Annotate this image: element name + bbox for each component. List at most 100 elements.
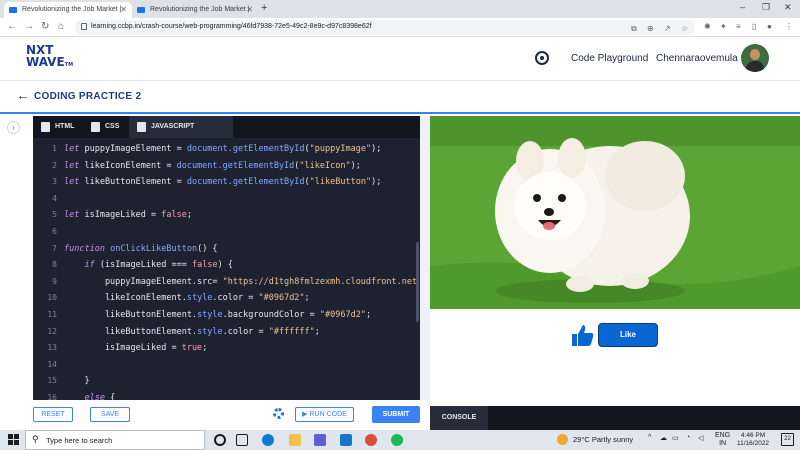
close-tab-icon[interactable]: ✕ [120, 2, 127, 18]
extension-icon[interactable]: ✺ [704, 22, 711, 31]
back-arrow-icon[interactable]: ← [16, 87, 30, 103]
code-token: document.getElementById [186, 144, 305, 154]
avatar[interactable] [741, 44, 769, 72]
profile-icon[interactable]: ● [767, 22, 772, 31]
playground-icon[interactable] [535, 51, 549, 65]
line-number: 11 [47, 310, 57, 319]
minimize-button[interactable]: – [740, 2, 745, 12]
settings-gear-icon[interactable] [273, 408, 284, 419]
sidebar-icon[interactable]: ▯ [752, 22, 756, 31]
menu-icon[interactable]: ⋮ [785, 22, 793, 31]
line-number: 6 [52, 227, 57, 236]
lock-icon[interactable] [81, 23, 87, 30]
home-icon[interactable]: ⌂ [58, 21, 64, 32]
line-number: 13 [47, 343, 57, 353]
forward-arrow-icon[interactable]: → [24, 21, 34, 32]
url-text[interactable]: learning.ccbp.in/crash-course/web-progra… [91, 23, 372, 30]
tab-css[interactable]: CSS [83, 116, 129, 138]
volume-icon[interactable]: ◁ [698, 434, 703, 442]
nxtwave-logo[interactable]: NXT WAVETM [26, 44, 73, 71]
battery-icon[interactable]: ▭ [672, 434, 679, 442]
code-token: style [197, 310, 223, 320]
notification-center-icon[interactable]: 22 [781, 433, 794, 446]
file-explorer-icon[interactable] [289, 434, 301, 446]
run-code-button[interactable]: ▶ RUN CODE [295, 407, 354, 422]
code-token: puppyImageElement = [79, 144, 187, 154]
code-line[interactable]: let likeButtonElement = document.getElem… [64, 177, 381, 187]
code-line[interactable]: puppyImageElement.src= "https://d1tgh8fm… [64, 277, 417, 287]
bookmark-star-icon[interactable]: ☆ [681, 24, 688, 33]
tab-search-icon[interactable]: ≡ [736, 22, 741, 31]
expand-panel-button[interactable]: › [7, 121, 20, 134]
address-bar[interactable]: learning.ccbp.in/crash-course/web-progra… [75, 20, 695, 35]
taskbar-search-placeholder: Type here to search [46, 436, 113, 445]
code-editor[interactable]: HTML CSS JAVASCRIPT 1 2 3 4 5 6 7 8 9 10 11 12 13 14 1… [33, 116, 420, 403]
code-token: puppyImageElement.src= [64, 276, 223, 287]
code-line[interactable]: } [64, 376, 90, 387]
line-number: 1 [52, 144, 57, 153]
code-playground-link[interactable]: Code Playground [571, 53, 648, 64]
username[interactable]: Chennaraovemula [656, 53, 738, 64]
output-preview: Like [430, 116, 800, 406]
reset-button[interactable]: RESET [33, 407, 73, 422]
code-line[interactable]: let likeIconElement = document.getElemen… [64, 161, 361, 171]
mail-icon[interactable] [340, 434, 352, 446]
os-taskbar: ⚲ Type here to search 29°C Partly sunny … [0, 430, 800, 450]
code-line[interactable]: let puppyImageElement = document.getElem… [64, 144, 381, 154]
browser-tab-active[interactable]: Revolutionizing the Job Market | ✕ [4, 2, 132, 18]
tab-css-label: CSS [105, 123, 120, 130]
code-token: let [64, 210, 80, 221]
browser-tab[interactable]: Revolutionizing the Job Market | ✕ [132, 2, 258, 18]
code-line[interactable]: isImageLiked = true; [64, 343, 207, 353]
new-tab-button[interactable]: + [261, 2, 267, 14]
pane-resizer[interactable]: ···· [420, 116, 450, 406]
code-line[interactable]: if (isImageLiked === false) { [64, 260, 232, 271]
like-button[interactable]: Like [598, 323, 658, 347]
task-view-icon[interactable] [236, 434, 248, 446]
onedrive-icon[interactable]: ☁ [660, 434, 667, 442]
close-tab-icon[interactable]: ✕ [246, 2, 253, 18]
zoom-icon[interactable]: ⊕ [647, 24, 654, 33]
windows-start-icon[interactable] [8, 434, 19, 445]
line-number: 10 [47, 293, 57, 303]
store-icon[interactable] [314, 434, 326, 446]
code-line[interactable]: likeButtonElement.style.backgroundColor … [64, 310, 371, 320]
maximize-button[interactable]: ❐ [762, 2, 770, 13]
code-token: } [64, 376, 90, 387]
clock[interactable]: 4:46 PM 11/16/2022 [737, 432, 769, 448]
cortana-icon[interactable] [214, 434, 226, 446]
code-token: if [84, 260, 95, 271]
spotify-icon[interactable] [391, 434, 403, 446]
tab-html[interactable]: HTML [33, 116, 83, 138]
editor-tabs: HTML CSS JAVASCRIPT [33, 116, 420, 138]
submit-button[interactable]: SUBMIT [372, 406, 420, 423]
taskbar-search-input[interactable]: ⚲ Type here to search [25, 430, 205, 450]
network-icon[interactable]: ◔ [686, 434, 690, 441]
chrome-icon[interactable] [365, 434, 377, 446]
back-arrow-icon[interactable]: ← [7, 21, 17, 32]
tab-javascript[interactable]: JAVASCRIPT [129, 116, 233, 138]
line-number: 8 [52, 260, 57, 270]
reload-icon[interactable]: ↻ [41, 21, 49, 32]
thumbs-up-icon[interactable] [571, 323, 595, 347]
weather-text[interactable]: 29°C Partly sunny [573, 435, 633, 444]
puzzle-extensions-icon[interactable]: ✦ [720, 22, 727, 31]
code-line[interactable]: let isImageLiked = false; [64, 210, 192, 220]
editor-scrollbar[interactable] [416, 242, 419, 322]
code-line[interactable]: function onClickLikeButton() { [64, 244, 218, 254]
share-page-icon[interactable]: ↗ [664, 24, 671, 33]
save-button[interactable]: SAVE [90, 407, 130, 422]
language-indicator[interactable]: ENG IN [715, 432, 730, 448]
chevron-up-icon[interactable]: ^ [648, 434, 651, 441]
share-icon[interactable]: ⧉ [631, 24, 637, 34]
code-token: onClickLikeButton [110, 243, 198, 254]
close-window-button[interactable]: ✕ [784, 2, 792, 13]
code-line[interactable]: likeButtonElement.style.color = "#ffffff… [64, 327, 320, 337]
tab-console[interactable]: CONSOLE [430, 406, 488, 430]
weather-sun-icon[interactable] [557, 434, 568, 445]
code-token: ; [365, 310, 372, 320]
code-token: false [161, 210, 187, 221]
edge-icon[interactable] [262, 434, 274, 446]
css-icon [91, 122, 100, 132]
code-line[interactable]: likeIconElement.style.color = "#0967d2"; [64, 293, 310, 303]
